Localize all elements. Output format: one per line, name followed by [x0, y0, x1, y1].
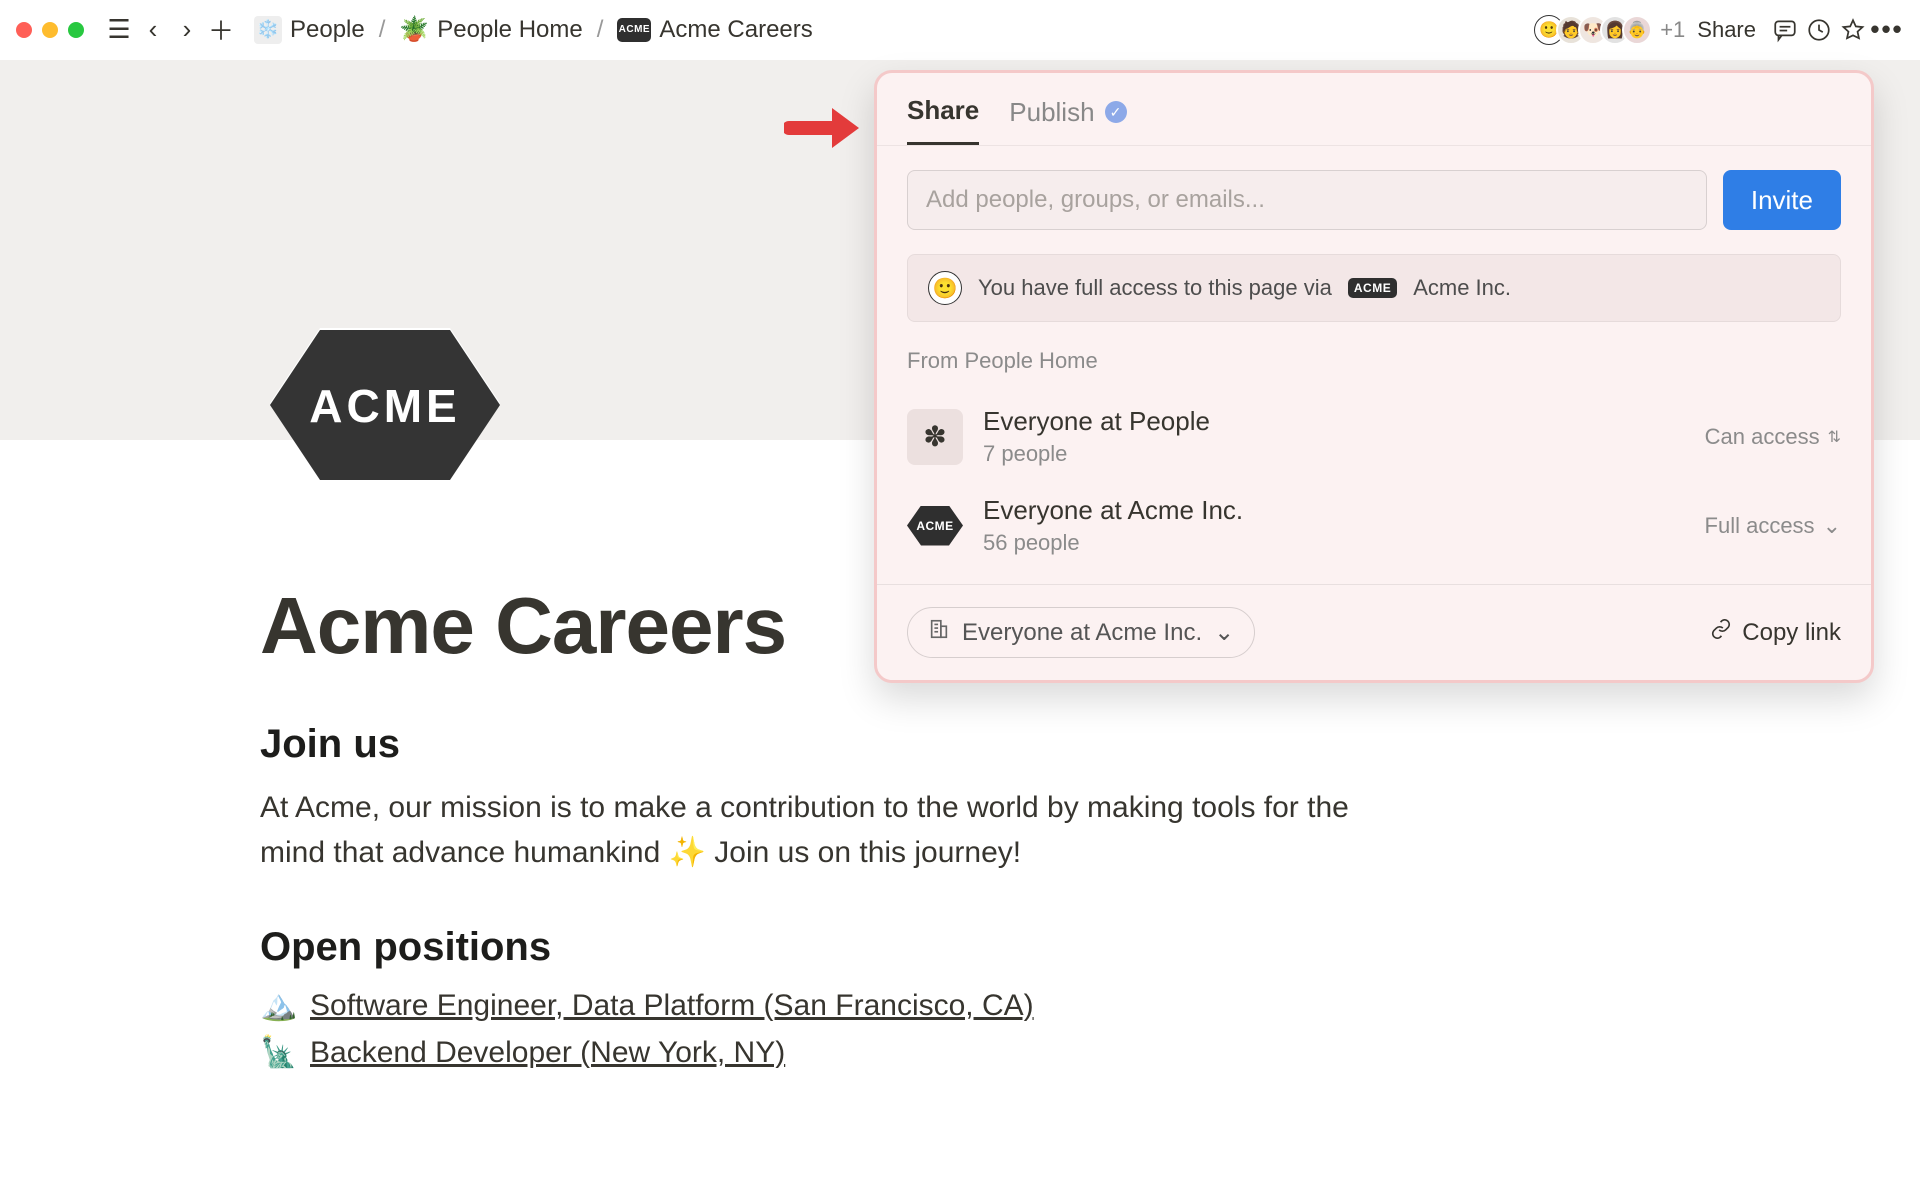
building-icon: [928, 618, 950, 647]
chevron-down-icon: ⌄: [1823, 513, 1841, 539]
presence-avatars[interactable]: 🙂 🧑 🐶 👩 👵: [1542, 15, 1652, 45]
acme-logo-icon: ACME: [617, 18, 651, 42]
liberty-icon: 🗽: [260, 1035, 296, 1070]
position-label[interactable]: Software Engineer, Data Platform (San Fr…: [310, 989, 1034, 1023]
share-row-people: ✽ Everyone at People 7 people Can access…: [907, 392, 1841, 481]
position-label[interactable]: Backend Developer (New York, NY): [310, 1036, 785, 1070]
access-note: 🙂 You have full access to this page via …: [907, 254, 1841, 322]
heading-open-positions: Open positions: [260, 925, 1400, 970]
share-row-acme: ACME Everyone at Acme Inc. 56 people Ful…: [907, 481, 1841, 570]
permission-label: Can access: [1705, 424, 1820, 450]
breadcrumb-separator: /: [379, 16, 386, 44]
share-button[interactable]: Share: [1685, 11, 1768, 49]
heading-join-us: Join us: [260, 722, 1400, 767]
position-link[interactable]: 🏔️ Software Engineer, Data Platform (San…: [260, 988, 1400, 1023]
published-check-icon: ✓: [1105, 101, 1127, 123]
window-controls: [16, 22, 84, 38]
menu-icon[interactable]: ☰: [102, 13, 136, 47]
tab-publish-label: Publish: [1009, 97, 1094, 128]
plant-icon: 🪴: [399, 15, 429, 44]
permission-selector[interactable]: Full access ⌄: [1705, 513, 1841, 539]
share-row-sub: 56 people: [983, 530, 1685, 556]
breadcrumb-label: People Home: [437, 16, 582, 44]
breadcrumb: ❄️ People / 🪴 People Home / ACME Acme Ca…: [248, 11, 819, 48]
share-popover: Share Publish ✓ Invite 🙂 You have full a…: [874, 70, 1874, 683]
close-window-icon[interactable]: [16, 22, 32, 38]
permission-label: Full access: [1705, 513, 1815, 539]
breadcrumb-separator: /: [597, 16, 604, 44]
chevron-up-down-icon: ⇅: [1828, 427, 1841, 447]
avatar: 👵: [1622, 15, 1652, 45]
tab-publish[interactable]: Publish ✓: [1009, 95, 1126, 145]
inheritance-section-label: From People Home: [907, 348, 1841, 374]
callout-arrow-icon: [784, 98, 864, 163]
copy-link-label: Copy link: [1742, 619, 1841, 647]
new-page-icon[interactable]: ＋: [204, 13, 238, 47]
breadcrumb-people[interactable]: ❄️ People: [248, 12, 371, 48]
access-note-text: You have full access to this page via: [978, 275, 1332, 301]
share-row-sub: 7 people: [983, 441, 1685, 467]
position-list: 🏔️ Software Engineer, Data Platform (San…: [260, 988, 1400, 1070]
topbar: ☰ ‹ › ＋ ❄️ People / 🪴 People Home / ACME…: [0, 0, 1920, 60]
access-note-org: Acme Inc.: [1413, 275, 1511, 301]
intro-paragraph: At Acme, our mission is to make a contri…: [260, 785, 1400, 875]
zoom-window-icon[interactable]: [68, 22, 84, 38]
position-link[interactable]: 🗽 Backend Developer (New York, NY): [260, 1035, 1400, 1070]
acme-logo-icon: ACME: [1348, 278, 1397, 298]
invite-button[interactable]: Invite: [1723, 170, 1841, 230]
comments-icon[interactable]: [1768, 13, 1802, 47]
acme-logo-icon: ACME: [260, 320, 510, 495]
favorite-icon[interactable]: [1836, 13, 1870, 47]
copy-link-button[interactable]: Copy link: [1710, 618, 1841, 647]
share-row-name: Everyone at People: [983, 406, 1685, 437]
avatar-overflow-count[interactable]: +1: [1660, 17, 1685, 43]
more-icon[interactable]: •••: [1870, 13, 1904, 47]
flower-icon: ❄️: [254, 16, 282, 44]
svg-text:ACME: ACME: [309, 380, 460, 432]
permission-selector[interactable]: Can access ⇅: [1705, 424, 1841, 450]
link-icon: [1710, 618, 1732, 647]
share-row-name: Everyone at Acme Inc.: [983, 495, 1685, 526]
forward-icon[interactable]: ›: [170, 13, 204, 47]
scope-label: Everyone at Acme Inc.: [962, 619, 1202, 647]
back-icon[interactable]: ‹: [136, 13, 170, 47]
share-tabs: Share Publish ✓: [877, 73, 1871, 146]
breadcrumb-people-home[interactable]: 🪴 People Home: [393, 11, 588, 48]
share-popover-panel: Share Publish ✓ Invite 🙂 You have full a…: [874, 70, 1874, 683]
user-face-icon: 🙂: [928, 271, 962, 305]
tab-share[interactable]: Share: [907, 95, 979, 145]
updates-icon[interactable]: [1802, 13, 1836, 47]
invite-input[interactable]: [907, 170, 1707, 230]
minimize-window-icon[interactable]: [42, 22, 58, 38]
flower-icon: ✽: [907, 409, 963, 465]
breadcrumb-label: People: [290, 16, 365, 44]
acme-logo-icon: ACME: [907, 498, 963, 554]
breadcrumb-label: Acme Careers: [659, 16, 812, 44]
mountain-icon: 🏔️: [260, 988, 296, 1023]
scope-selector[interactable]: Everyone at Acme Inc. ⌄: [907, 607, 1255, 658]
chevron-down-icon: ⌄: [1214, 618, 1234, 647]
breadcrumb-current[interactable]: ACME Acme Careers: [611, 12, 818, 48]
